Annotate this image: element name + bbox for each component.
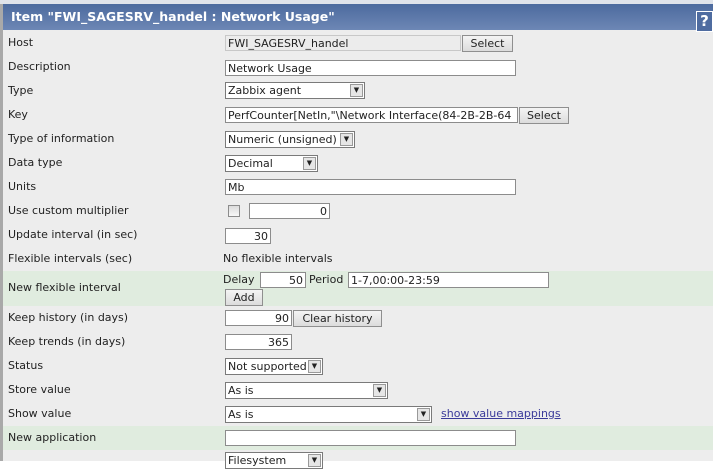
row-store: Store value As is ▼ bbox=[3, 378, 713, 402]
data-type-label: Data type bbox=[8, 156, 63, 169]
type-label: Type bbox=[8, 84, 34, 97]
chevron-down-icon: ▼ bbox=[373, 384, 386, 397]
row-key: Key Select bbox=[3, 103, 713, 127]
key-select-button[interactable]: Select bbox=[519, 107, 569, 124]
description-input[interactable] bbox=[225, 60, 516, 76]
status-value: Not supported bbox=[228, 360, 307, 373]
data-type-value: Decimal bbox=[228, 157, 273, 170]
key-label: Key bbox=[8, 108, 28, 121]
new-app-input[interactable] bbox=[225, 430, 516, 446]
chevron-down-icon: ▼ bbox=[417, 408, 430, 421]
row-units: Units bbox=[3, 175, 713, 199]
type-info-select[interactable]: Numeric (unsigned) ▼ bbox=[225, 131, 355, 148]
data-type-select[interactable]: Decimal ▼ bbox=[225, 155, 318, 172]
trends-input[interactable] bbox=[225, 334, 292, 350]
store-value: As is bbox=[228, 384, 254, 397]
row-flex: Flexible intervals (sec) No flexible int… bbox=[3, 247, 713, 271]
history-label: Keep history (in days) bbox=[8, 311, 129, 324]
row-trends: Keep trends (in days) bbox=[3, 330, 713, 354]
form-header: Item "FWI_SAGESRV_handel : Network Usage… bbox=[0, 4, 713, 32]
help-icon[interactable]: ? bbox=[696, 11, 713, 32]
update-label: Update interval (in sec) bbox=[8, 228, 138, 241]
row-show: Show value As is ▼ show value mappings bbox=[3, 402, 713, 426]
host-select-button[interactable]: Select bbox=[462, 35, 513, 52]
flex-label: Flexible intervals (sec) bbox=[8, 252, 133, 265]
type-info-value: Numeric (unsigned) bbox=[228, 133, 337, 146]
show-label: Show value bbox=[8, 407, 72, 420]
host-label: Host bbox=[8, 36, 34, 49]
chevron-down-icon: ▼ bbox=[303, 157, 316, 170]
row-data-type: Data type Decimal ▼ bbox=[3, 151, 713, 175]
new-app-label: New application bbox=[8, 431, 97, 444]
row-update: Update interval (in sec) bbox=[3, 223, 713, 247]
show-value-mappings-link[interactable]: show value mappings bbox=[441, 407, 561, 420]
row-applications: Filesystem ▼ bbox=[3, 450, 713, 474]
trends-label: Keep trends (in days) bbox=[8, 335, 126, 348]
row-type: Type Zabbix agent ▼ bbox=[3, 79, 713, 103]
chevron-down-icon: ▼ bbox=[340, 133, 353, 146]
clear-history-button[interactable]: Clear history bbox=[293, 310, 382, 327]
units-label: Units bbox=[8, 180, 37, 193]
type-info-label: Type of information bbox=[8, 132, 115, 145]
multiplier-checkbox[interactable] bbox=[228, 205, 240, 217]
row-history: Keep history (in days) Clear history bbox=[3, 306, 713, 330]
period-input[interactable] bbox=[348, 272, 549, 288]
row-status: Status Not supported ▼ bbox=[3, 354, 713, 378]
type-value: Zabbix agent bbox=[228, 84, 302, 97]
type-select[interactable]: Zabbix agent ▼ bbox=[225, 82, 365, 99]
row-type-info: Type of information Numeric (unsigned) ▼ bbox=[3, 127, 713, 151]
chevron-down-icon: ▼ bbox=[308, 360, 321, 373]
store-label: Store value bbox=[8, 383, 71, 396]
host-input[interactable] bbox=[225, 35, 461, 51]
multiplier-input[interactable] bbox=[249, 203, 330, 219]
units-input[interactable] bbox=[225, 179, 516, 195]
show-select[interactable]: As is ▼ bbox=[225, 406, 432, 423]
row-multiplier: Use custom multiplier bbox=[3, 199, 713, 223]
delay-input[interactable] bbox=[260, 272, 306, 288]
multiplier-label: Use custom multiplier bbox=[8, 204, 129, 217]
add-interval-button[interactable]: Add bbox=[225, 289, 263, 306]
row-description: Description bbox=[3, 55, 713, 79]
period-label: Period bbox=[309, 273, 344, 286]
store-select[interactable]: As is ▼ bbox=[225, 382, 388, 399]
chevron-down-icon: ▼ bbox=[350, 84, 363, 97]
history-input[interactable] bbox=[225, 310, 292, 326]
row-host: Host Select bbox=[3, 31, 713, 55]
status-label: Status bbox=[8, 359, 44, 372]
status-select[interactable]: Not supported ▼ bbox=[225, 358, 323, 375]
description-label: Description bbox=[8, 60, 71, 73]
new-flex-label: New flexible interval bbox=[8, 281, 121, 294]
key-input[interactable] bbox=[225, 107, 518, 123]
update-input[interactable] bbox=[225, 228, 271, 244]
page-title: Item "FWI_SAGESRV_handel : Network Usage… bbox=[11, 9, 335, 24]
show-value: As is bbox=[228, 408, 254, 421]
row-new-flex: New flexible interval Delay Period Add bbox=[3, 271, 713, 306]
row-new-app: New application bbox=[3, 426, 713, 450]
